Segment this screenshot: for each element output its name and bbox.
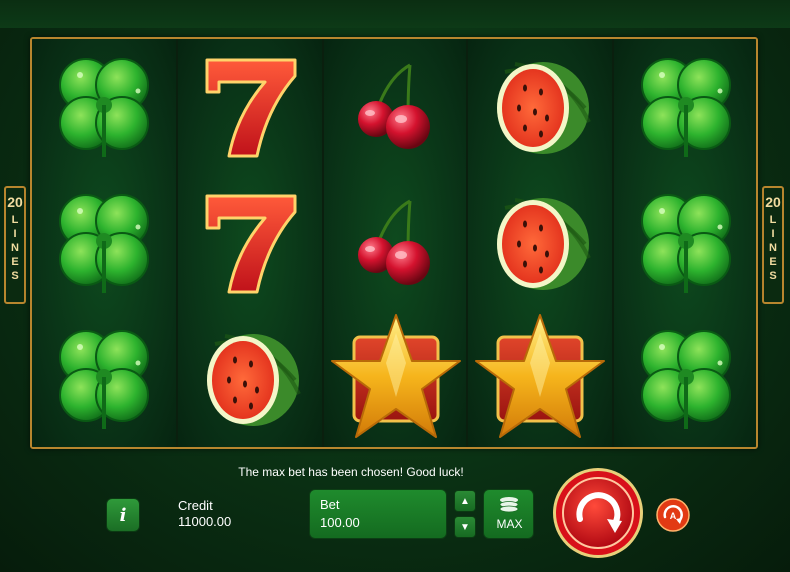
clover-icon — [641, 330, 731, 429]
spin-button[interactable] — [552, 467, 644, 559]
star-icon — [475, 314, 605, 438]
symbol-seven — [178, 39, 322, 175]
symbol-star — [324, 311, 468, 447]
max-bet-button[interactable]: MAX — [483, 489, 534, 539]
symbol-seven — [178, 175, 322, 311]
clover-icon — [641, 58, 731, 157]
status-message: The max bet has been chosen! Good luck! — [238, 465, 464, 479]
info-button[interactable]: i — [106, 498, 140, 532]
symbol-cherry — [324, 175, 468, 311]
clover-icon — [641, 194, 731, 293]
arrow-down-icon: ▼ — [460, 521, 470, 533]
info-icon: i — [119, 504, 127, 526]
credit-display: Credit 11000.00 — [160, 492, 300, 536]
reel-4 — [466, 39, 612, 447]
watermelon-icon — [497, 62, 591, 154]
lines-label: LINES — [767, 214, 779, 284]
clover-icon — [59, 330, 149, 429]
symbol-clover — [32, 175, 176, 311]
credit-value: 11000.00 — [178, 514, 232, 529]
reel-1 — [32, 39, 176, 447]
lines-label: LINES — [9, 214, 21, 284]
bet-value: 100.00 — [320, 515, 360, 530]
symbol-watermelon — [468, 39, 612, 175]
lines-indicator-right: 20 LINES — [762, 186, 784, 304]
reel-2 — [176, 39, 322, 447]
lines-indicator-left: 20 LINES — [4, 186, 26, 304]
credit-label: Credit — [178, 498, 213, 513]
bet-increase-button[interactable]: ▲ — [454, 490, 476, 512]
symbol-clover — [32, 39, 176, 175]
symbol-watermelon — [468, 175, 612, 311]
lines-count: 20 — [7, 194, 23, 210]
coins-icon — [499, 497, 519, 513]
symbol-clover — [32, 311, 176, 447]
seven-icon — [205, 194, 297, 294]
bet-decrease-button[interactable]: ▼ — [454, 516, 476, 538]
svg-text:A: A — [670, 511, 677, 521]
clover-icon — [59, 58, 149, 157]
symbol-clover — [614, 175, 756, 311]
reel-3 — [322, 39, 468, 447]
symbol-star — [468, 311, 612, 447]
bet-display[interactable]: Bet 100.00 — [309, 489, 447, 539]
reels-board — [30, 37, 758, 449]
symbol-cherry — [324, 39, 468, 175]
top-bar — [0, 0, 790, 28]
cherry-icon — [358, 63, 430, 149]
seven-icon — [205, 58, 297, 158]
symbol-watermelon — [178, 311, 322, 447]
bet-label: Bet — [320, 497, 340, 512]
watermelon-icon — [497, 198, 591, 290]
star-icon — [331, 314, 461, 438]
cherry-icon — [358, 199, 430, 285]
symbol-clover — [614, 311, 756, 447]
reel-5 — [612, 39, 756, 447]
watermelon-icon — [207, 334, 301, 426]
clover-icon — [59, 194, 149, 293]
lines-count: 20 — [765, 194, 781, 210]
symbol-clover — [614, 39, 756, 175]
arrow-up-icon: ▲ — [460, 495, 470, 507]
max-label: MAX — [496, 517, 523, 531]
autoplay-button[interactable]: A — [656, 498, 690, 532]
